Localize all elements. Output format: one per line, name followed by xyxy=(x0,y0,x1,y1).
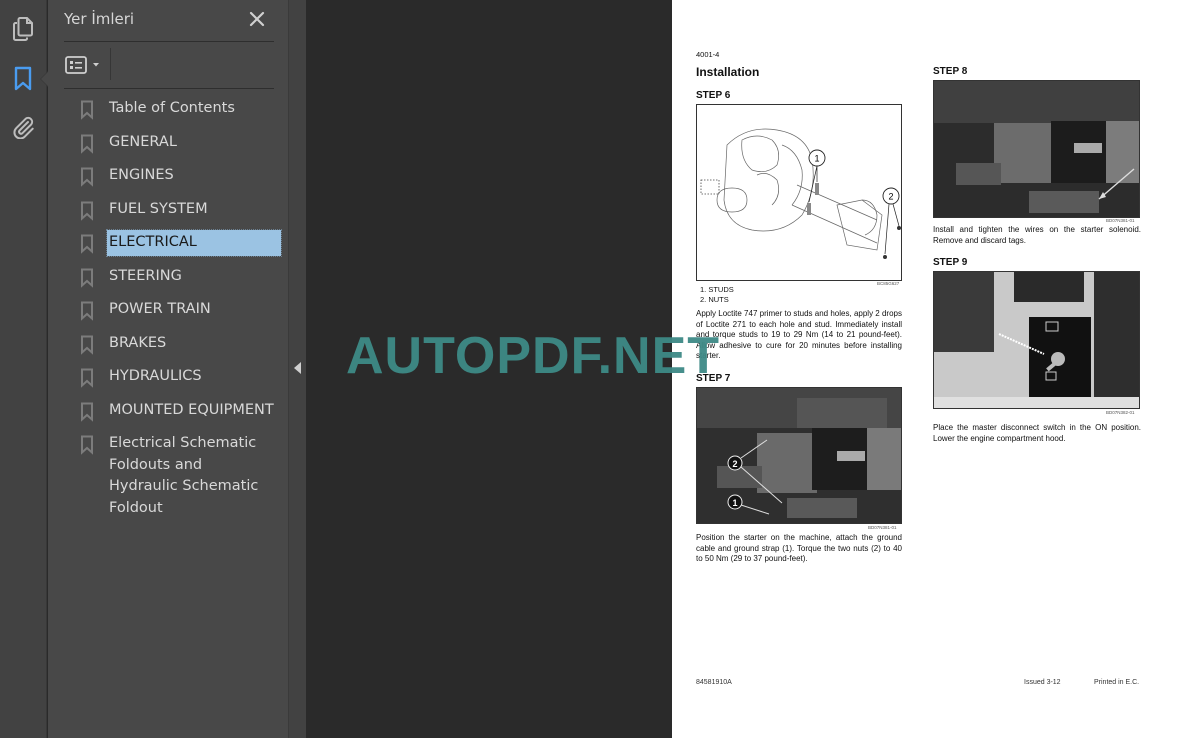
svg-text:1: 1 xyxy=(732,498,737,508)
starter-mounting-photo: 2 1 xyxy=(697,388,901,523)
step-text: Position the starter on the machine, att… xyxy=(696,533,902,564)
step-title: STEP 6 xyxy=(696,90,731,101)
bookmark-label: ENGINES xyxy=(109,167,174,183)
master-disconnect-switch-photo xyxy=(934,272,1139,408)
pages-panel-button[interactable] xyxy=(8,14,38,44)
bookmark-label: ELECTRICAL xyxy=(106,229,282,257)
bookmark-label: HYDRAULICS xyxy=(109,368,202,384)
panel-title: Yer İmleri xyxy=(64,10,135,28)
bookmark-icon xyxy=(81,402,93,422)
bookmark-icon xyxy=(81,100,93,120)
side-toolbar xyxy=(0,0,48,738)
bookmark-icon xyxy=(81,201,93,221)
bookmark-icon xyxy=(81,368,93,388)
chevron-down-icon xyxy=(93,63,99,67)
step-8-photo xyxy=(933,80,1140,218)
bookmark-item[interactable]: STEERING xyxy=(80,264,290,298)
bookmark-item-selected[interactable]: ELECTRICAL xyxy=(80,229,290,264)
document-view[interactable]: 4001-4 Installation STEP 6 1 2 BC85G627 … xyxy=(306,0,1200,738)
bookmark-icon xyxy=(81,234,93,254)
bookmark-item[interactable]: Table of Contents xyxy=(80,96,290,130)
bookmark-item[interactable]: POWER TRAIN xyxy=(80,297,290,331)
bookmark-label: Table of Contents xyxy=(109,100,235,116)
bookmarks-panel: Yer İmleri Table of Contents GENERAL ENG… xyxy=(48,0,288,738)
step-title: STEP 8 xyxy=(933,66,968,77)
bookmark-item[interactable]: MOUNTED EQUIPMENT xyxy=(80,398,290,432)
starter-solenoid-photo xyxy=(934,81,1139,217)
figure-code: BC85G627 xyxy=(877,281,900,286)
attachments-panel-button[interactable] xyxy=(8,112,38,142)
part-number: 84581910A xyxy=(696,679,732,686)
pdf-page: 4001-4 Installation STEP 6 1 2 BC85G627 … xyxy=(672,0,1200,738)
bookmark-item[interactable]: HYDRAULICS xyxy=(80,364,290,398)
step-7-photo: 2 1 xyxy=(696,387,902,524)
section-code: 4001-4 xyxy=(696,50,720,59)
bookmark-item[interactable]: Electrical Schematic Foldouts and Hydrau… xyxy=(80,431,290,521)
panel-divider xyxy=(64,41,274,42)
collapse-panel-button[interactable] xyxy=(294,362,301,374)
bookmark-item[interactable]: ENGINES xyxy=(80,163,290,197)
figure-code: BD07N381-01 xyxy=(1106,218,1135,223)
pages-icon xyxy=(13,17,33,41)
step-9-photo xyxy=(933,271,1140,409)
step-text: Install and tighten the wires on the sta… xyxy=(933,225,1141,245)
svg-text:2: 2 xyxy=(732,459,737,469)
bookmark-label: GENERAL xyxy=(109,133,177,150)
figure-code: BD07N381-01 xyxy=(868,525,897,530)
bookmarks-panel-button[interactable] xyxy=(8,64,38,94)
starter-exploded-diagram: 1 2 xyxy=(700,128,901,259)
issued-date: Issued 3-12 xyxy=(1024,679,1061,686)
figure-code: BD07N382-01 xyxy=(1106,410,1135,415)
bookmark-options-button[interactable] xyxy=(64,52,104,78)
bookmark-icon xyxy=(81,167,93,187)
legend-item: 2. NUTS xyxy=(700,295,729,304)
svg-text:1: 1 xyxy=(814,154,819,164)
bookmark-label: BRAKES xyxy=(109,334,167,351)
section-heading: Installation xyxy=(696,65,760,79)
step-title: STEP 7 xyxy=(696,373,731,384)
bookmark-icon xyxy=(81,268,93,288)
figure-legend: 1. STUDS 2. NUTS xyxy=(700,285,734,305)
bookmark-item[interactable]: FUEL SYSTEM xyxy=(80,197,290,231)
panel-splitter[interactable] xyxy=(288,0,306,738)
active-panel-pointer xyxy=(40,71,48,87)
close-panel-button[interactable] xyxy=(246,8,268,30)
panel-divider xyxy=(64,88,274,89)
bookmark-label: POWER TRAIN xyxy=(109,301,211,317)
bookmark-icon xyxy=(81,301,93,321)
step-text: Apply Loctite 747 primer to studs and ho… xyxy=(696,309,902,361)
close-icon xyxy=(249,11,265,27)
toolbar-divider xyxy=(110,48,111,80)
legend-item: 1. STUDS xyxy=(700,285,734,294)
bookmark-icon xyxy=(14,66,32,91)
step-title: STEP 9 xyxy=(933,257,968,268)
paperclip-icon xyxy=(13,116,34,139)
bookmark-label: MOUNTED EQUIPMENT xyxy=(109,401,274,418)
bookmark-label: STEERING xyxy=(109,267,182,284)
step-6-diagram: 1 2 xyxy=(696,104,902,281)
bookmark-label: FUEL SYSTEM xyxy=(109,200,208,217)
svg-text:2: 2 xyxy=(888,192,893,202)
step-text: Place the master disconnect switch in th… xyxy=(933,423,1141,443)
bookmark-icon xyxy=(81,134,93,154)
bookmark-icon xyxy=(81,335,93,355)
printed-in: Printed in E.C. xyxy=(1094,679,1140,686)
bookmark-icon xyxy=(81,435,93,455)
bookmark-label: Electrical Schematic Foldouts and Hydrau… xyxy=(109,435,259,516)
pdf-viewer: Yer İmleri Table of Contents GENERAL ENG… xyxy=(0,0,1200,738)
bookmark-item[interactable]: BRAKES xyxy=(80,331,290,365)
bookmark-item[interactable]: GENERAL xyxy=(80,130,290,164)
bookmark-options-icon xyxy=(65,56,87,74)
bookmark-list: Table of Contents GENERAL ENGINES FUEL S… xyxy=(80,96,290,521)
